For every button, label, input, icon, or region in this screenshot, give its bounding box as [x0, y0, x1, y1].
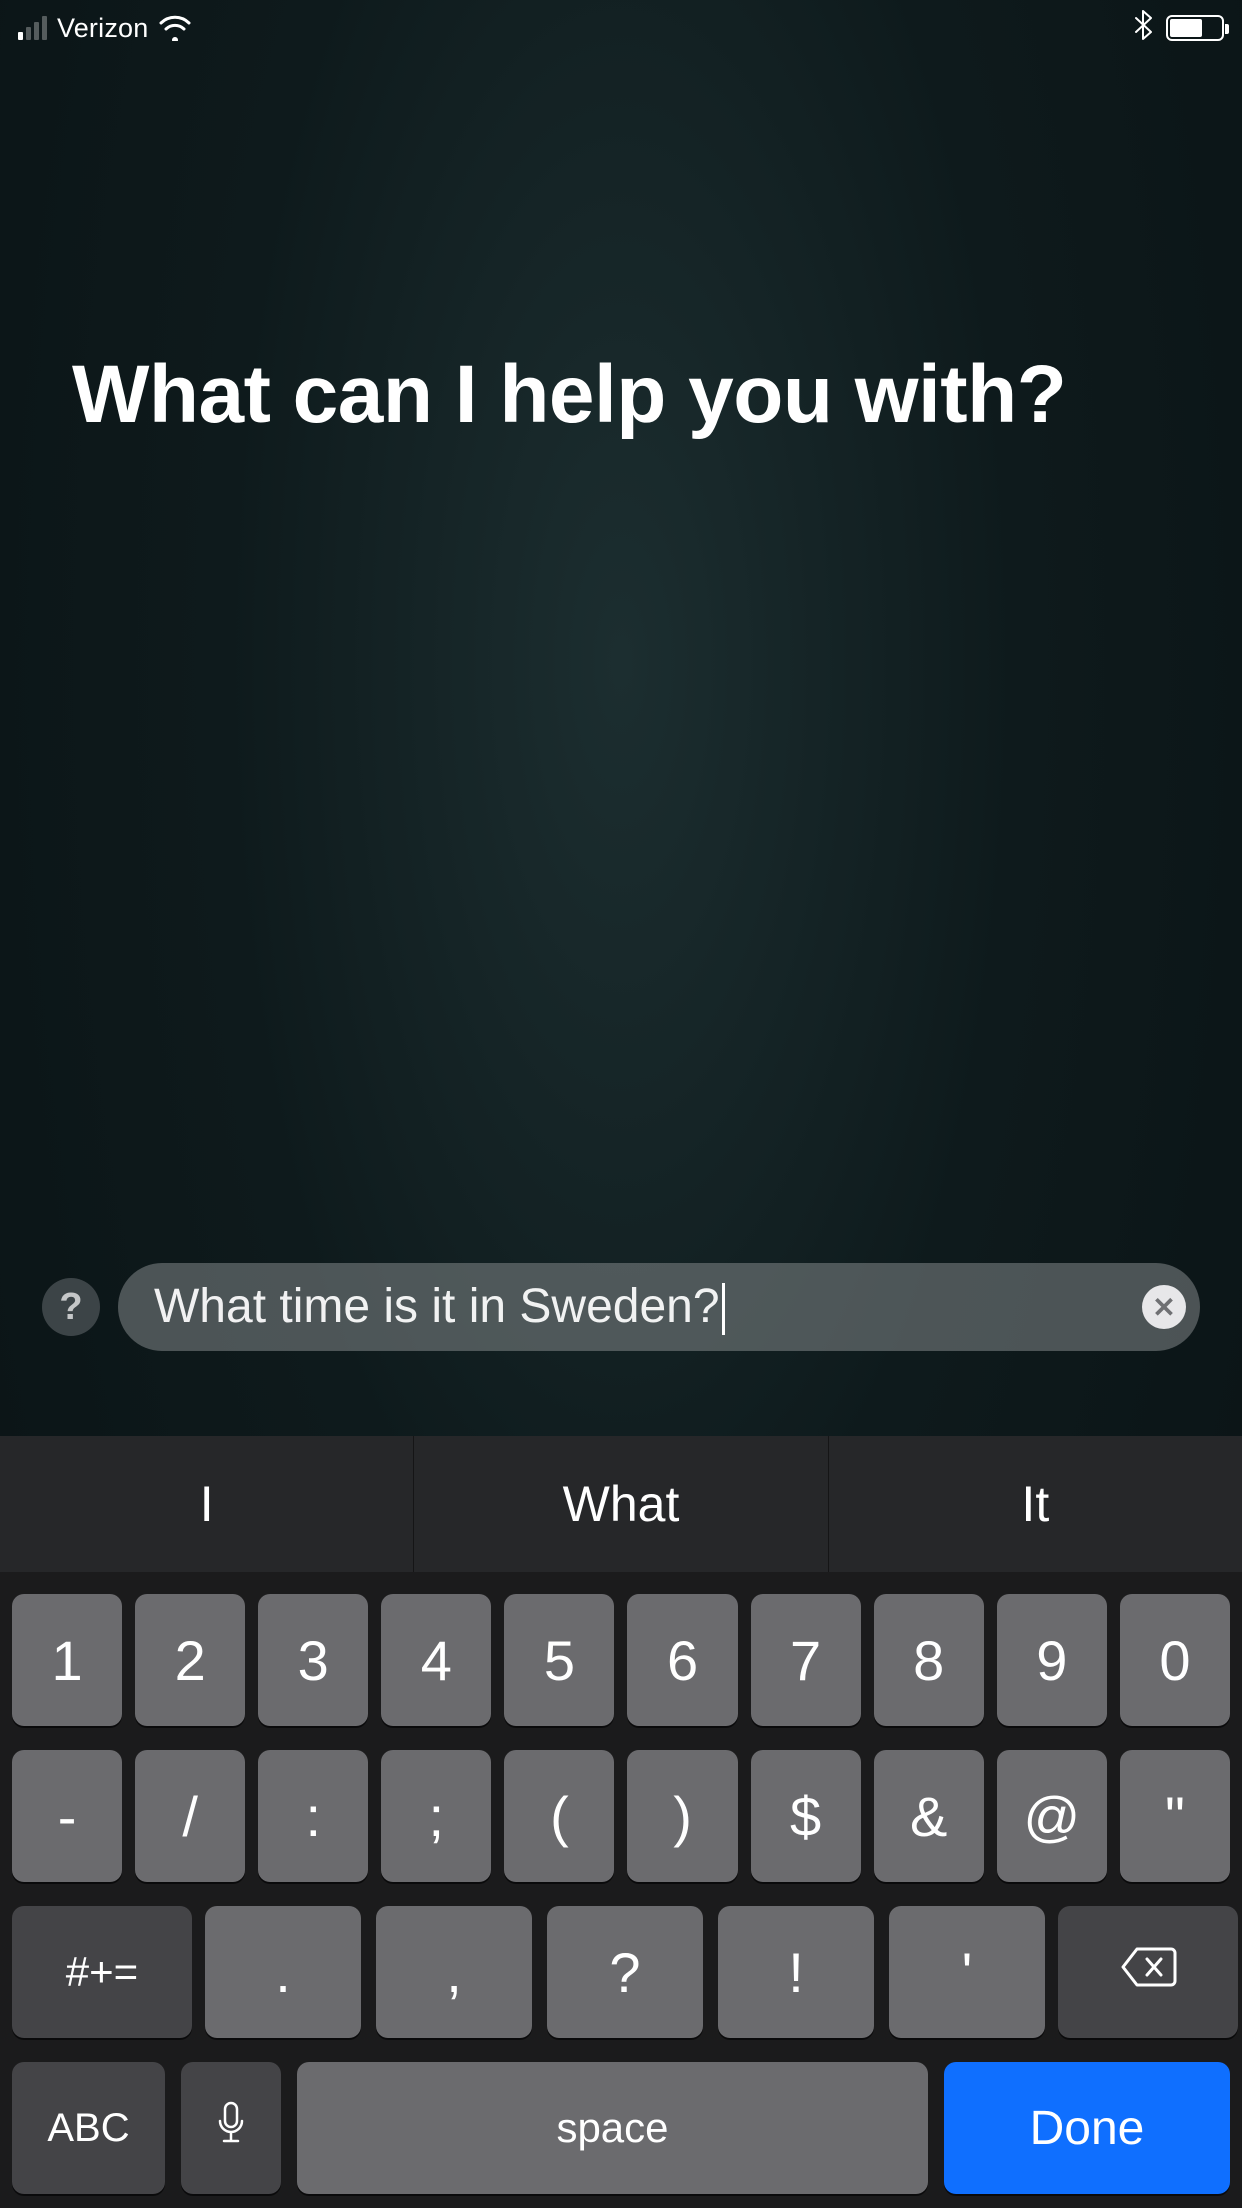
- status-right: [1134, 10, 1224, 47]
- key-3[interactable]: 3: [258, 1594, 368, 1726]
- key-2[interactable]: 2: [135, 1594, 245, 1726]
- key-6[interactable]: 6: [627, 1594, 737, 1726]
- key-abc-toggle[interactable]: ABC: [12, 2062, 165, 2194]
- key-symbols-toggle[interactable]: #+=: [12, 1906, 192, 2038]
- suggestion-3[interactable]: It: [828, 1436, 1242, 1572]
- siri-input-text: What time is it in Sweden?: [154, 1279, 1142, 1335]
- key-4[interactable]: 4: [381, 1594, 491, 1726]
- key-ampersand[interactable]: &: [874, 1750, 984, 1882]
- key-1[interactable]: 1: [12, 1594, 122, 1726]
- bluetooth-icon: [1134, 10, 1152, 47]
- status-left: Verizon: [18, 13, 192, 44]
- carrier-label: Verizon: [57, 13, 148, 44]
- key-question[interactable]: ?: [547, 1906, 703, 2038]
- key-dollar[interactable]: $: [751, 1750, 861, 1882]
- clear-input-button[interactable]: ✕: [1142, 1285, 1186, 1329]
- suggestion-2[interactable]: What: [413, 1436, 827, 1572]
- key-0[interactable]: 0: [1120, 1594, 1230, 1726]
- key-close-paren[interactable]: ): [627, 1750, 737, 1882]
- backspace-icon: [1119, 1945, 1177, 1999]
- key-7[interactable]: 7: [751, 1594, 861, 1726]
- siri-text-input[interactable]: What time is it in Sweden? ✕: [118, 1263, 1200, 1351]
- key-semicolon[interactable]: ;: [381, 1750, 491, 1882]
- key-dictation[interactable]: [181, 2062, 281, 2194]
- status-bar: Verizon: [0, 0, 1242, 56]
- key-period[interactable]: .: [205, 1906, 361, 2038]
- keyboard: I What It 1 2 3 4 5 6 7 8 9 0 - / : ; ( …: [0, 1436, 1242, 2208]
- help-icon: ?: [59, 1286, 82, 1329]
- keyboard-suggestions: I What It: [0, 1436, 1242, 1572]
- siri-input-value: What time is it in Sweden?: [154, 1280, 720, 1333]
- key-apostrophe[interactable]: ': [889, 1906, 1045, 2038]
- key-done[interactable]: Done: [944, 2062, 1230, 2194]
- key-row-2: - / : ; ( ) $ & @ ": [12, 1750, 1230, 1882]
- key-comma[interactable]: ,: [376, 1906, 532, 2038]
- key-slash[interactable]: /: [135, 1750, 245, 1882]
- key-open-paren[interactable]: (: [504, 1750, 614, 1882]
- siri-input-row: ? What time is it in Sweden? ✕: [0, 1257, 1242, 1357]
- key-backspace[interactable]: [1058, 1906, 1238, 2038]
- help-button[interactable]: ?: [42, 1278, 100, 1336]
- key-at[interactable]: @: [997, 1750, 1107, 1882]
- siri-prompt: What can I help you with?: [72, 350, 1170, 440]
- key-8[interactable]: 8: [874, 1594, 984, 1726]
- key-exclaim[interactable]: !: [718, 1906, 874, 2038]
- close-icon: ✕: [1152, 1291, 1175, 1324]
- cell-signal-icon: [18, 16, 47, 40]
- key-5[interactable]: 5: [504, 1594, 614, 1726]
- key-row-4: ABC space Done: [12, 2062, 1230, 2194]
- key-colon[interactable]: :: [258, 1750, 368, 1882]
- keyboard-keys: 1 2 3 4 5 6 7 8 9 0 - / : ; ( ) $ & @ " …: [0, 1572, 1242, 2208]
- key-9[interactable]: 9: [997, 1594, 1107, 1726]
- microphone-icon: [215, 2099, 247, 2157]
- wifi-icon: [158, 15, 192, 41]
- key-row-1: 1 2 3 4 5 6 7 8 9 0: [12, 1594, 1230, 1726]
- key-row-3: #+= . , ? ! ': [12, 1906, 1230, 2038]
- key-dash[interactable]: -: [12, 1750, 122, 1882]
- battery-icon: [1166, 15, 1224, 41]
- key-quote[interactable]: ": [1120, 1750, 1230, 1882]
- suggestion-1[interactable]: I: [0, 1436, 413, 1572]
- key-space[interactable]: space: [297, 2062, 928, 2194]
- text-cursor: [722, 1283, 725, 1335]
